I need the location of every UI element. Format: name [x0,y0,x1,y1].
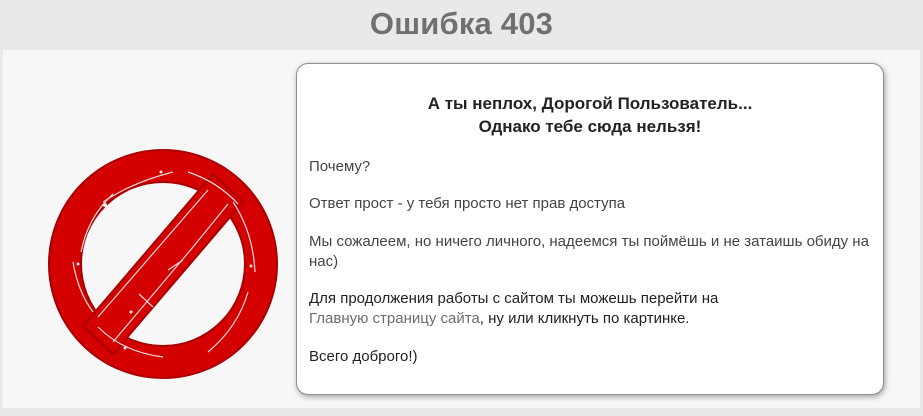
prohibition-sign-icon [48,149,278,379]
home-page-link[interactable]: Главную страницу сайта [309,310,480,327]
answer-text: Ответ прост - у тебя просто нет прав дос… [309,195,626,212]
continue-after-text: , ну или кликнуть по картинке. [479,310,690,327]
page-title: Ошибка 403 [369,6,554,41]
continue-text: Для продолжения работы с сайтом ты можеш… [309,289,874,329]
content-area: А ты неплох, Дорогой Пользователь... Одн… [3,50,920,408]
why-text: Почему? [309,158,371,175]
heading-line-2: Однако тебе сюда нельзя! [478,117,702,136]
message-card: А ты неплох, Дорогой Пользователь... Одн… [296,63,884,395]
bye-text: Всего доброго!) [309,348,418,365]
heading-line-1: А ты неплох, Дорогой Пользователь... [427,94,753,113]
continue-before-text: Для продолжения работы с сайтом ты можеш… [309,290,719,307]
header: Ошибка 403 [0,0,923,48]
prohibition-sign-link[interactable] [43,142,283,387]
card-heading: А ты неплох, Дорогой Пользователь... Одн… [309,92,871,138]
sorry-text: Мы сожалеем, но ничего личного, надеемся… [309,233,869,270]
